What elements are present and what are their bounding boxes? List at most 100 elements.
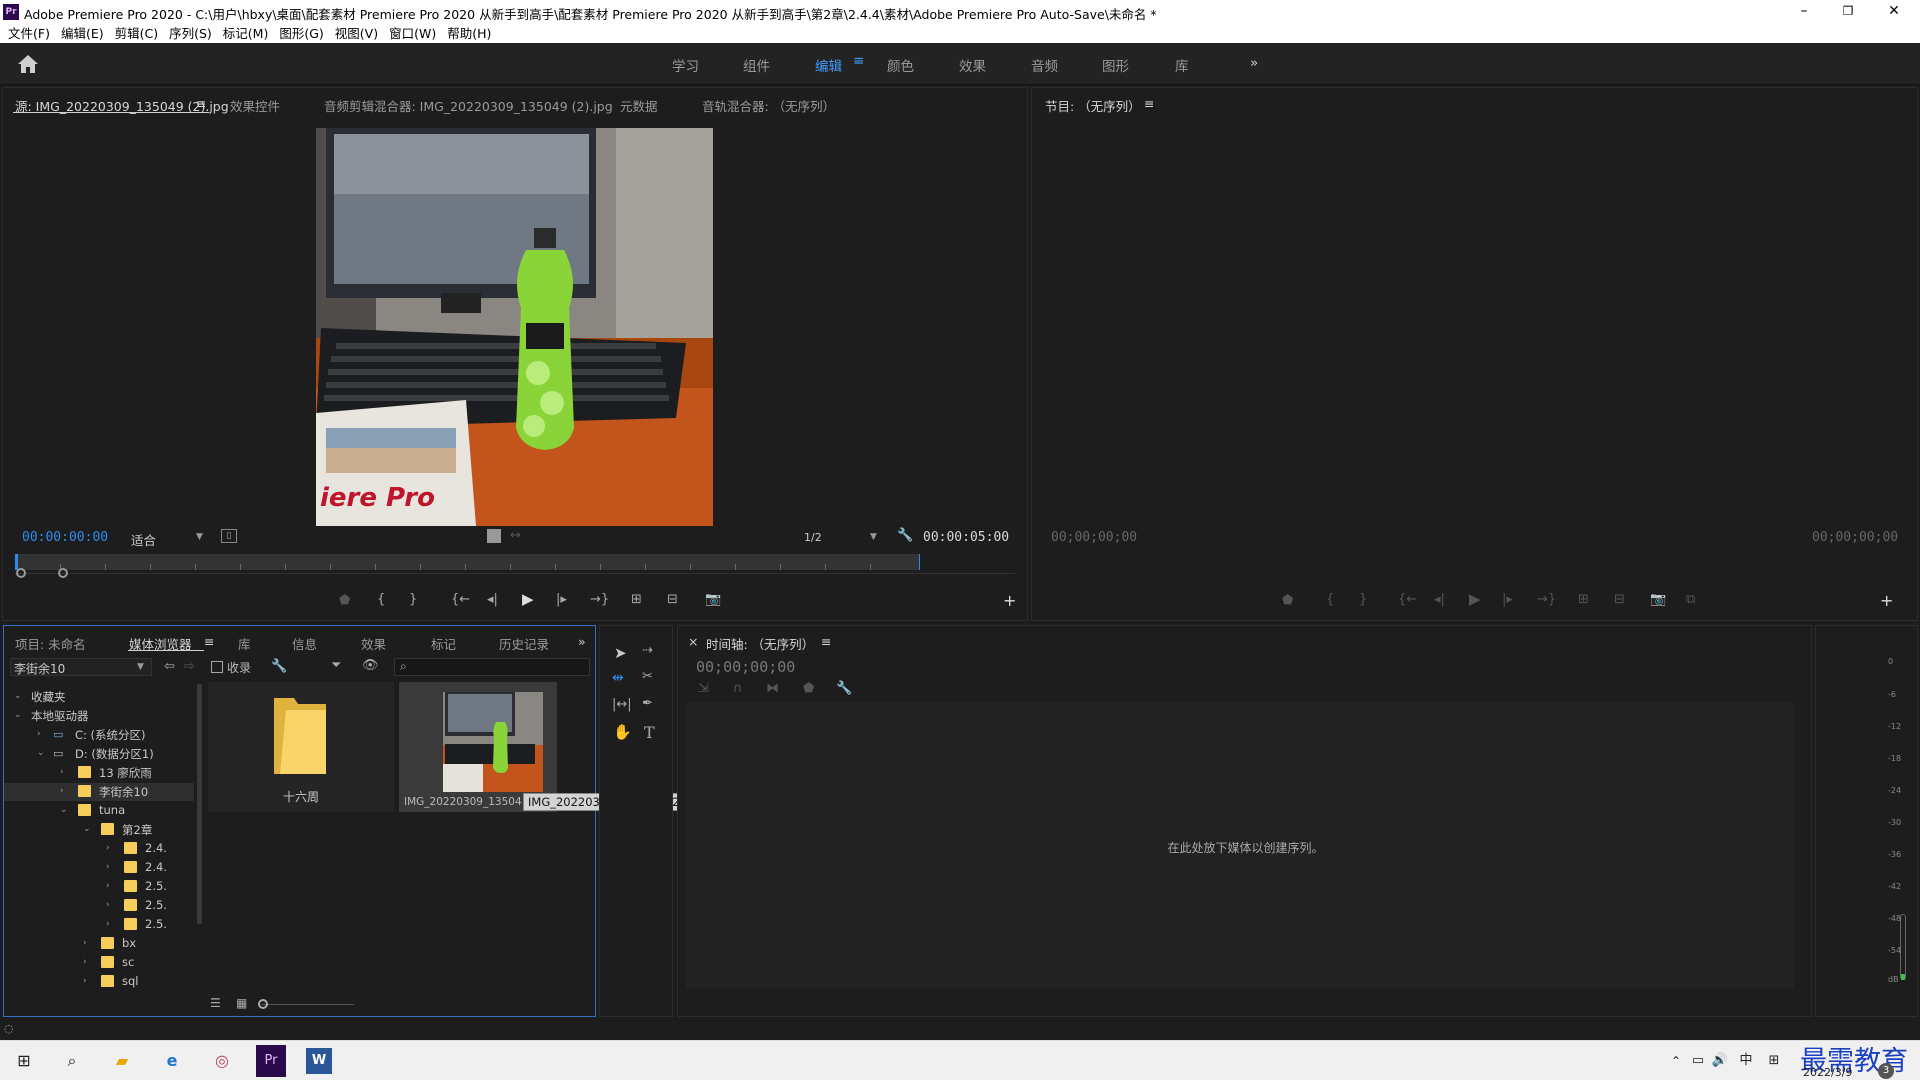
wrench-icon[interactable]: 🔧 xyxy=(897,528,913,543)
tree-item-selected-folder[interactable]: › 李街余10 xyxy=(4,783,194,801)
thumbnail-size-slider[interactable] xyxy=(262,1004,354,1005)
favorites-checkbox[interactable] xyxy=(211,661,223,673)
tab-info[interactable]: 信息 xyxy=(292,634,317,653)
workspace-editing[interactable]: 编辑 xyxy=(815,55,842,75)
maximize-button[interactable]: ❐ xyxy=(1826,0,1870,24)
comparison-view-icon[interactable]: ⧉ xyxy=(1686,592,1695,607)
settings-wrench-icon[interactable]: 🔧 xyxy=(271,659,287,674)
tree-item-folder[interactable]: › 2.5. xyxy=(4,897,194,915)
program-export-frame-icon[interactable]: 📷 xyxy=(1650,592,1666,607)
source-timecode-in[interactable]: 00:00:00:00 xyxy=(22,530,108,545)
program-add-button[interactable]: + xyxy=(1880,591,1893,610)
marker-icon[interactable] xyxy=(487,529,501,543)
menu-view[interactable]: 视图(V) xyxy=(335,24,378,43)
insert-icon[interactable]: ⊞ xyxy=(631,592,642,607)
tree-item-chapter2[interactable]: ⌄ 第2章 xyxy=(4,821,194,839)
mark-out-icon[interactable]: } xyxy=(409,592,417,607)
add-marker-icon[interactable]: ⬟ xyxy=(339,593,350,608)
tab-markers[interactable]: 标记 xyxy=(431,634,456,653)
tree-item-tuna[interactable]: ⌄ tuna xyxy=(4,802,194,820)
export-frame-icon[interactable]: 📷 xyxy=(705,592,721,607)
go-to-out-icon[interactable]: →} xyxy=(590,592,609,607)
icon-view-icon[interactable]: ▦ xyxy=(236,996,247,1010)
type-tool-icon[interactable]: T xyxy=(644,723,655,742)
menu-markers[interactable]: 标记(M) xyxy=(223,24,269,43)
edge-browser-icon[interactable]: e xyxy=(158,1047,186,1075)
fit-dropdown-chevron-icon[interactable]: ▼ xyxy=(196,532,203,542)
safe-margins-icon[interactable]: ▯ xyxy=(221,529,237,543)
tree-item-drive-c[interactable]: › ▭ C: (系统分区) xyxy=(4,726,194,744)
menu-window[interactable]: 窗口(W) xyxy=(389,24,436,43)
go-to-in-icon[interactable]: {← xyxy=(451,592,470,607)
program-timecode-left[interactable]: 00;00;00;00 xyxy=(1051,530,1137,545)
resolution-dropdown[interactable]: 1/2 xyxy=(804,531,822,544)
linked-selection-icon[interactable]: ⧓ xyxy=(766,681,779,696)
filter-icon[interactable]: ⏷ xyxy=(331,658,341,673)
tab-project[interactable]: 项目: 未命名 xyxy=(15,634,86,653)
word-taskbar-icon[interactable]: W xyxy=(306,1048,332,1074)
program-mark-in-icon[interactable]: { xyxy=(1326,592,1334,607)
menu-graphics[interactable]: 图形(G) xyxy=(279,24,323,43)
minimize-button[interactable]: – xyxy=(1782,0,1826,24)
program-play-icon[interactable]: ▶ xyxy=(1469,590,1481,608)
tab-history[interactable]: 历史记录 xyxy=(499,634,549,653)
zoom-scrollbar-track[interactable] xyxy=(15,573,1015,574)
tab-audio-track-mixer[interactable]: 音轨混合器: （无序列） xyxy=(702,96,835,115)
menu-edit[interactable]: 编辑(E) xyxy=(61,24,104,43)
menu-file[interactable]: 文件(F) xyxy=(8,24,50,43)
tree-item-sql[interactable]: › sql xyxy=(4,973,194,991)
insert-sequence-icon[interactable]: ⇲ xyxy=(698,681,709,696)
program-step-forward-icon[interactable]: |▸ xyxy=(1502,592,1513,607)
list-view-icon[interactable]: ☰ xyxy=(210,996,221,1010)
timeline-tab-menu-icon[interactable]: ≡ xyxy=(821,634,831,649)
workspace-graphics[interactable]: 图形 xyxy=(1102,55,1129,75)
tree-item-sc[interactable]: › sc xyxy=(4,954,194,972)
program-add-marker-icon[interactable]: ⬟ xyxy=(1282,593,1293,608)
tab-timeline[interactable]: 时间轴: （无序列） xyxy=(706,634,814,653)
zoom-handle-left[interactable] xyxy=(16,568,26,578)
windows-start-icon[interactable]: ⊞ xyxy=(10,1047,38,1075)
menu-clip[interactable]: 剪辑(C) xyxy=(115,24,158,43)
tab-metadata[interactable]: 元数据 xyxy=(620,96,658,115)
source-time-ruler[interactable] xyxy=(15,554,919,570)
menu-sequence[interactable]: 序列(S) xyxy=(169,24,212,43)
tree-item-folder[interactable]: › 2.4. xyxy=(4,859,194,877)
timeline-settings-icon[interactable]: 🔧 xyxy=(836,681,852,696)
track-select-tool-icon[interactable]: ⇢ xyxy=(642,643,653,658)
workspace-effects[interactable]: 效果 xyxy=(959,55,986,75)
step-back-icon[interactable]: ◂| xyxy=(487,592,498,607)
workspace-more-icon[interactable]: » xyxy=(1250,55,1258,71)
workspace-learn[interactable]: 学习 xyxy=(672,55,699,75)
mark-in-icon[interactable]: { xyxy=(377,592,385,607)
tree-item-folder[interactable]: › 2.5. xyxy=(4,878,194,896)
ime-mode-icon[interactable]: ⊞ xyxy=(1760,1047,1788,1075)
timeline-timecode[interactable]: 00;00;00;00 xyxy=(696,658,795,676)
snap-icon[interactable]: ∩ xyxy=(733,681,743,696)
tree-item-local-drives[interactable]: ⌄ 本地驱动器 xyxy=(4,707,194,725)
premiere-taskbar-icon[interactable]: Pr xyxy=(256,1045,286,1077)
pen-tool-icon[interactable]: ✒ xyxy=(642,696,653,711)
media-browser-menu-icon[interactable]: ≡ xyxy=(204,634,214,649)
tab-audio-clip-mixer[interactable]: 音频剪辑混合器: IMG_20220309_135049 (2).jpg xyxy=(324,96,613,115)
workspace-libraries[interactable]: 库 xyxy=(1175,55,1189,75)
play-icon[interactable]: ▶ xyxy=(522,590,534,608)
ripple-edit-tool-icon[interactable]: ⇹ xyxy=(612,670,624,686)
thumbnail-size-handle[interactable] xyxy=(258,999,268,1009)
workspace-menu-icon[interactable]: ≡ xyxy=(853,53,864,69)
view-as-icon[interactable]: 👁 xyxy=(362,658,379,673)
timeline-close-button[interactable]: × xyxy=(688,634,698,649)
tree-item-folder[interactable]: › 13 廖欣雨 xyxy=(4,764,194,782)
program-step-back-icon[interactable]: ◂| xyxy=(1434,592,1445,607)
step-forward-icon[interactable]: |▸ xyxy=(556,592,567,607)
workspace-assembly[interactable]: 组件 xyxy=(743,55,770,75)
overwrite-icon[interactable]: ⊟ xyxy=(667,592,678,607)
app-icon[interactable]: ◎ xyxy=(208,1047,236,1075)
tree-item-drive-d[interactable]: ⌄ ▭ D: (数据分区1) xyxy=(4,745,194,763)
tab-effects[interactable]: 效果 xyxy=(361,634,386,653)
tree-scrollbar[interactable] xyxy=(197,684,202,924)
back-arrow-icon[interactable]: ⇦ xyxy=(164,659,175,674)
taskbar-search-icon[interactable]: ⌕ xyxy=(58,1047,86,1075)
tab-libraries[interactable]: 库 xyxy=(238,634,251,653)
source-add-button[interactable]: + xyxy=(1003,591,1016,610)
tab-effect-controls[interactable]: 效果控件 xyxy=(230,96,280,115)
